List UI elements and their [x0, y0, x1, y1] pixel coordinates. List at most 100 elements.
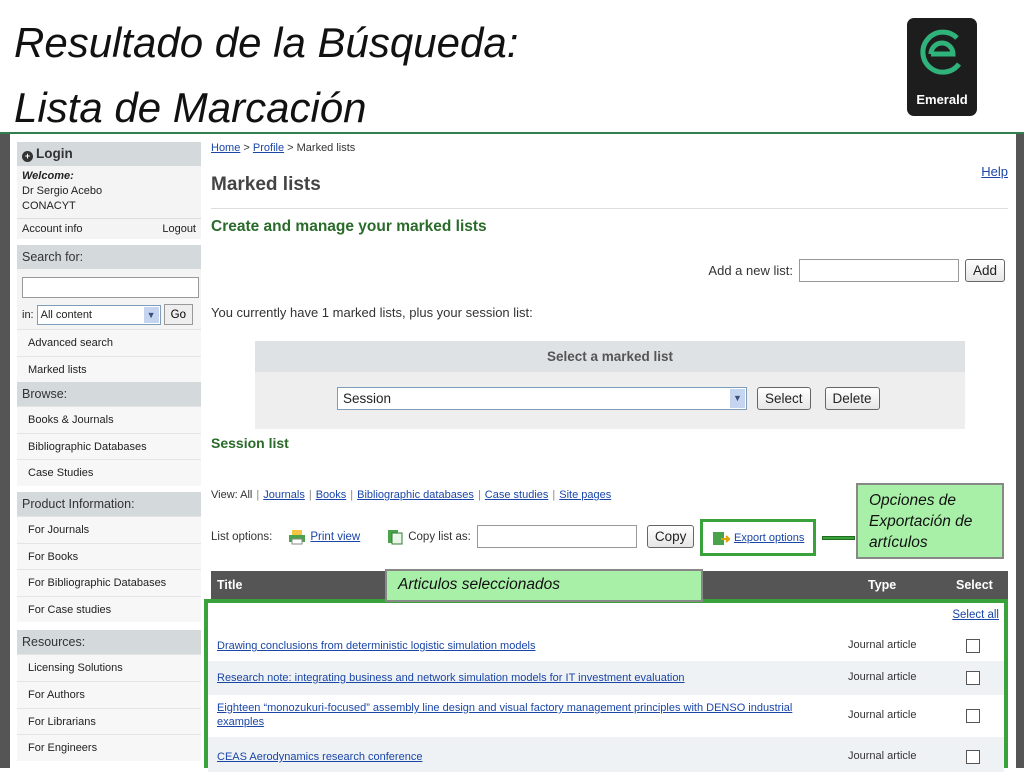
product-info-header: Product Information:: [17, 491, 201, 516]
search-header: Search for:: [17, 245, 201, 269]
article-type: Journal article: [848, 750, 917, 762]
view-filter-row: View: All | Journals | Books | Bibliographic d…: [211, 489, 611, 501]
article-type: Journal article: [848, 639, 917, 651]
frame-border-left: [0, 134, 10, 768]
chevron-down-icon: ▼: [730, 389, 745, 408]
breadcrumb-home[interactable]: Home: [211, 142, 240, 154]
export-options-callout: Opciones de Exportación de artículos: [856, 483, 1004, 559]
chevron-down-icon: ▼: [143, 306, 159, 323]
sidebar-item-for-bibliographic-databases[interactable]: For Bibliographic Databases: [17, 569, 201, 596]
breadcrumb-current: Marked lists: [296, 142, 356, 154]
article-title-link[interactable]: Eighteen “monozukuri-focused” assembly l…: [217, 701, 807, 729]
sidebar-item-for-journals[interactable]: For Journals: [17, 515, 201, 543]
copy-list-text: Copy list as:: [408, 530, 471, 543]
row-checkbox[interactable]: [966, 639, 980, 653]
copy-list-label: Copy list as:: [386, 529, 471, 545]
view-all[interactable]: All: [240, 489, 252, 501]
column-header-title[interactable]: Title: [217, 578, 242, 592]
sidebar-item-for-books[interactable]: For Books: [17, 542, 201, 570]
go-button[interactable]: Go: [163, 304, 193, 325]
marked-list-select[interactable]: Session ▼: [337, 387, 747, 410]
search-box: in: All content ▼ Go: [17, 269, 201, 329]
filter-journals[interactable]: Journals: [263, 489, 305, 501]
breadcrumb-profile[interactable]: Profile: [253, 142, 284, 154]
search-input[interactable]: [22, 277, 199, 298]
sidebar-item-bibliographic-databases[interactable]: Bibliographic Databases: [17, 432, 201, 460]
callout-connector: [822, 536, 855, 540]
export-icon: [713, 532, 730, 545]
export-options-highlight[interactable]: Export options: [700, 519, 816, 556]
scope-selected: All content: [40, 308, 92, 321]
row-checkbox[interactable]: [966, 709, 980, 723]
selected-articles-callout: Articulos seleccionados: [385, 569, 703, 602]
article-title-link[interactable]: CEAS Aerodynamics research conference: [217, 750, 422, 764]
printer-icon: [289, 529, 306, 544]
table-row: CEAS Aerodynamics research conference Jo…: [208, 737, 1004, 772]
breadcrumb-separator: >: [240, 142, 253, 154]
selected-articles-highlight: Select all Drawing conclusions from dete…: [204, 599, 1008, 772]
search-scope-select[interactable]: All content ▼: [36, 304, 161, 325]
copy-format-input[interactable]: [476, 525, 637, 548]
select-panel-header: Select a marked list: [255, 341, 965, 372]
delete-button[interactable]: Delete: [824, 387, 880, 410]
logo-text: Emerald: [916, 92, 968, 107]
select-list-panel: Select a marked list Session ▼ Select De…: [255, 341, 965, 429]
filter-bibliographic-databases[interactable]: Bibliographic databases: [357, 489, 474, 501]
select-button[interactable]: Select: [757, 387, 811, 410]
article-type: Journal article: [848, 671, 917, 683]
user-name: Dr Sergio Acebo: [22, 185, 103, 197]
sidebar-item-books-journals[interactable]: Books & Journals: [17, 406, 201, 433]
copy-icon: [388, 529, 403, 544]
main-content: Home > Profile > Marked lists Help Marke…: [211, 142, 1008, 599]
print-view-link[interactable]: Print view: [288, 529, 360, 545]
login-label: Login: [36, 146, 73, 161]
table-row: Eighteen “monozukuri-focused” assembly l…: [208, 695, 1004, 737]
welcome-box: Welcome: Dr Sergio Acebo CONACYT: [17, 166, 201, 218]
table-row: Research note: integrating business and …: [208, 661, 1004, 695]
login-header[interactable]: + Login: [17, 142, 201, 166]
copy-button[interactable]: Copy: [646, 525, 695, 548]
frame-border-right: [1016, 134, 1024, 768]
add-list-row: Add a new list: Add: [708, 259, 1005, 282]
sidebar-item-for-authors[interactable]: For Authors: [17, 680, 201, 708]
export-options-link[interactable]: Export options: [734, 532, 804, 544]
sidebar: + Login Welcome: Dr Sergio Acebo CONACYT …: [17, 142, 201, 761]
sidebar-item-advanced-search[interactable]: Advanced search: [17, 329, 201, 356]
filter-separator: |: [552, 489, 556, 501]
user-org: CONACYT: [22, 200, 76, 212]
article-title-link[interactable]: Drawing conclusions from deterministic l…: [217, 639, 536, 653]
row-checkbox[interactable]: [966, 750, 980, 764]
sidebar-item-case-studies[interactable]: Case Studies: [17, 459, 201, 486]
account-info-link[interactable]: Account info: [22, 223, 83, 235]
sidebar-item-marked-lists[interactable]: Marked lists: [17, 355, 201, 383]
table-row: Drawing conclusions from deterministic l…: [208, 630, 1004, 661]
slide-title-line2: Lista de Marcación: [14, 84, 367, 131]
article-title-link[interactable]: Research note: integrating business and …: [217, 671, 685, 685]
sidebar-item-for-engineers[interactable]: For Engineers: [17, 734, 201, 761]
emerald-logo: Emerald: [907, 18, 977, 116]
filter-case-studies[interactable]: Case studies: [485, 489, 549, 501]
plus-circle-icon: +: [22, 151, 33, 162]
page-title: Marked lists: [211, 174, 321, 195]
help-link[interactable]: Help: [981, 164, 1008, 179]
column-header-type[interactable]: Type: [868, 578, 896, 592]
add-button[interactable]: Add: [964, 259, 1005, 282]
add-list-label: Add a new list:: [708, 263, 793, 278]
browse-header: Browse:: [17, 382, 201, 407]
select-all-link[interactable]: Select all: [952, 609, 999, 621]
in-label: in:: [22, 308, 34, 321]
sidebar-item-for-librarians[interactable]: For Librarians: [17, 707, 201, 735]
logout-link[interactable]: Logout: [162, 223, 196, 235]
account-row: Account info Logout: [17, 218, 201, 239]
resources-header: Resources:: [17, 630, 201, 655]
sidebar-item-for-case-studies[interactable]: For Case studies: [17, 595, 201, 623]
print-view-text[interactable]: Print view: [310, 531, 360, 543]
divider: [211, 208, 1008, 209]
filter-site-pages[interactable]: Site pages: [559, 489, 611, 501]
marked-lists-count: You currently have 1 marked lists, plus …: [211, 305, 533, 320]
sidebar-item-licensing-solutions[interactable]: Licensing Solutions: [17, 654, 201, 681]
select-list-row: Session ▼ Select Delete: [337, 387, 880, 410]
row-checkbox[interactable]: [966, 671, 980, 685]
new-list-input[interactable]: [798, 259, 959, 282]
filter-books[interactable]: Books: [316, 489, 347, 501]
